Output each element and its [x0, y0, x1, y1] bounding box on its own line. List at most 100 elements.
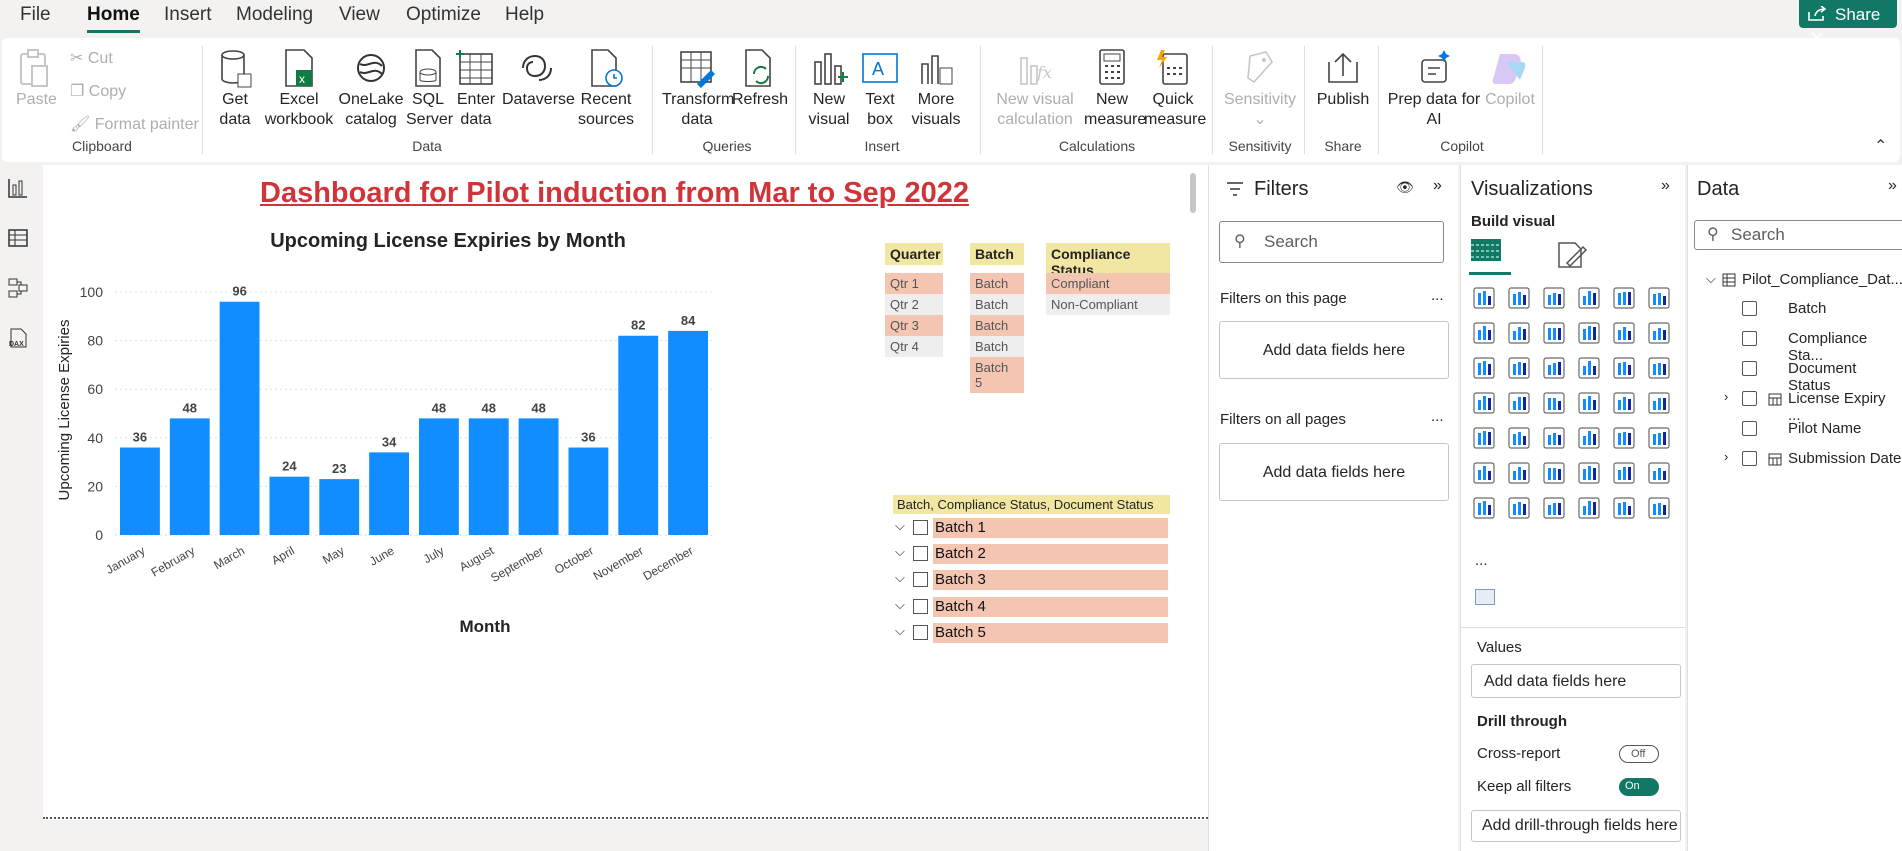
slicer-item-qtr-2[interactable]: Qtr 2: [885, 294, 943, 315]
filters-all-dropzone[interactable]: Add data fields here: [1219, 443, 1449, 501]
smart-narrative-icon[interactable]: [1506, 495, 1532, 521]
r-visual-icon[interactable]: [1646, 425, 1672, 451]
new-measure-button[interactable]: New measure: [1084, 48, 1146, 130]
menu-insert[interactable]: Insert: [164, 4, 212, 26]
checkbox[interactable]: [1742, 331, 1757, 346]
checkbox[interactable]: [1742, 391, 1757, 406]
chevron-right-icon[interactable]: ›: [1724, 449, 1728, 464]
menu-home[interactable]: Home: [87, 4, 140, 33]
transform-data-button[interactable]: Transform data: [662, 48, 734, 130]
slicer-item-qtr-3[interactable]: Qtr 3: [885, 315, 943, 336]
field-document-status[interactable]: Document Status: [1788, 360, 1902, 394]
bar-chart[interactable]: Upcoming License Expiries by Month Upcom…: [43, 225, 873, 645]
chevron-down-icon[interactable]: ⌵: [1706, 271, 1716, 287]
slicer-item-non-compliant[interactable]: Non-Compliant: [1046, 294, 1170, 315]
treemap-icon[interactable]: [1471, 390, 1497, 416]
qna-icon[interactable]: [1576, 460, 1602, 486]
chevron-down-icon[interactable]: ⌵: [895, 518, 905, 534]
line-icon[interactable]: [1471, 320, 1497, 346]
prep-data-ai-button[interactable]: Prep data for AI: [1386, 48, 1482, 130]
filters-page-dropzone[interactable]: Add data fields here: [1219, 321, 1449, 379]
python-visual-icon[interactable]: [1471, 460, 1497, 486]
100-bar-icon[interactable]: [1611, 285, 1637, 311]
kpi-icon[interactable]: [1506, 425, 1532, 451]
copy-button[interactable]: ❐ Copy: [70, 81, 126, 101]
collapse-pane-icon[interactable]: »: [1433, 177, 1442, 195]
map-icon[interactable]: [1506, 390, 1532, 416]
model-view-icon[interactable]: [7, 277, 29, 299]
checkbox[interactable]: [1742, 301, 1757, 316]
checkbox[interactable]: [1742, 421, 1757, 436]
slicer-item-compliant[interactable]: Compliant: [1046, 273, 1170, 294]
bar-february[interactable]: [169, 418, 210, 535]
more-visuals-button[interactable]: More visuals: [906, 48, 966, 130]
paste-button[interactable]: Paste: [16, 48, 57, 110]
scatter-icon[interactable]: [1576, 355, 1602, 381]
menu-optimize[interactable]: Optimize: [406, 4, 481, 26]
publish-button[interactable]: Publish: [1312, 48, 1374, 110]
cross-report-toggle[interactable]: Off: [1619, 745, 1659, 763]
gauge-icon[interactable]: [1611, 390, 1637, 416]
bar-august[interactable]: [468, 418, 509, 535]
stacked-area-icon[interactable]: [1541, 320, 1567, 346]
hierarchy-row-batch-3[interactable]: ⌵ Batch 3: [893, 570, 1173, 592]
table-name[interactable]: Pilot_Compliance_Dat...: [1742, 271, 1902, 288]
slicer-icon[interactable]: [1541, 425, 1567, 451]
stacked-column-icon[interactable]: [1506, 285, 1532, 311]
chevron-down-icon[interactable]: ⌵: [895, 597, 905, 613]
card-icon[interactable]: [1646, 390, 1672, 416]
cut-button[interactable]: ✂ Cut: [70, 48, 113, 68]
multi-row-card-icon[interactable]: [1471, 425, 1497, 451]
quick-measure-button[interactable]: Quick measure: [1144, 48, 1206, 130]
donut-icon[interactable]: [1646, 355, 1672, 381]
more-options-icon[interactable]: ...: [1431, 408, 1444, 425]
power-apps-icon[interactable]: [1471, 495, 1497, 521]
hierarchy-row-batch-2[interactable]: ⌵ Batch 2: [893, 544, 1173, 566]
line-stacked-column-icon[interactable]: [1646, 320, 1672, 346]
share-button[interactable]: Share: [1799, 0, 1897, 40]
stacked-bar-icon[interactable]: [1471, 285, 1497, 311]
bar-december[interactable]: [668, 330, 709, 535]
build-visual-tab[interactable]: [1469, 235, 1511, 275]
filled-map-icon[interactable]: [1541, 390, 1567, 416]
area-icon[interactable]: [1506, 320, 1532, 346]
field-compliance-status[interactable]: Compliance Sta...: [1788, 330, 1902, 364]
power-automate-icon[interactable]: [1611, 495, 1637, 521]
more-options-icon[interactable]: ...: [1431, 287, 1444, 304]
azure-map-icon[interactable]: [1576, 390, 1602, 416]
bar-september[interactable]: [518, 418, 559, 535]
menu-view[interactable]: View: [339, 4, 380, 26]
checkbox[interactable]: [913, 625, 928, 640]
clustered-bar-icon[interactable]: [1541, 285, 1567, 311]
100-area-icon[interactable]: [1576, 320, 1602, 346]
bar-january[interactable]: [119, 447, 160, 535]
bar-july[interactable]: [418, 418, 459, 535]
key-influencers-icon[interactable]: [1506, 460, 1532, 486]
drill-through-dropzone[interactable]: Add drill-through fields here: [1471, 810, 1681, 842]
bar-may[interactable]: [319, 479, 360, 535]
collapse-pane-icon[interactable]: »: [1888, 177, 1897, 195]
slicer-item-qtr-1[interactable]: Qtr 1: [885, 273, 943, 294]
checkbox[interactable]: [913, 572, 928, 587]
new-visual-calculation-button[interactable]: fx New visual calculation: [990, 48, 1080, 130]
field-pilot-name[interactable]: Pilot Name: [1788, 420, 1861, 437]
checkbox[interactable]: [913, 520, 928, 535]
refresh-button[interactable]: Refresh: [732, 48, 788, 110]
table-icon[interactable]: [1576, 425, 1602, 451]
decomposition-tree-icon[interactable]: [1541, 460, 1567, 486]
eye-icon[interactable]: 👁: [1396, 179, 1414, 196]
checkbox[interactable]: [913, 599, 928, 614]
format-visual-icon[interactable]: [1555, 239, 1589, 271]
sql-server-button[interactable]: SQL Server: [406, 48, 453, 130]
hierarchy-row-batch-1[interactable]: ⌵ Batch 1: [893, 518, 1173, 540]
goals-icon[interactable]: [1646, 460, 1672, 486]
slicer-item-qtr-4[interactable]: Qtr 4: [885, 336, 943, 357]
copilot-button[interactable]: Copilot: [1482, 48, 1538, 110]
menu-modeling[interactable]: Modeling: [236, 4, 313, 26]
get-data-button[interactable]: Get data: [210, 48, 260, 130]
new-visual-button[interactable]: New visual: [804, 48, 854, 130]
onelake-catalog-button[interactable]: OneLake catalog: [336, 48, 406, 130]
text-box-button[interactable]: A Text box: [858, 48, 902, 130]
metrics-icon[interactable]: [1541, 495, 1567, 521]
slicer-item-batch-5[interactable]: Batch 5: [970, 357, 1024, 393]
